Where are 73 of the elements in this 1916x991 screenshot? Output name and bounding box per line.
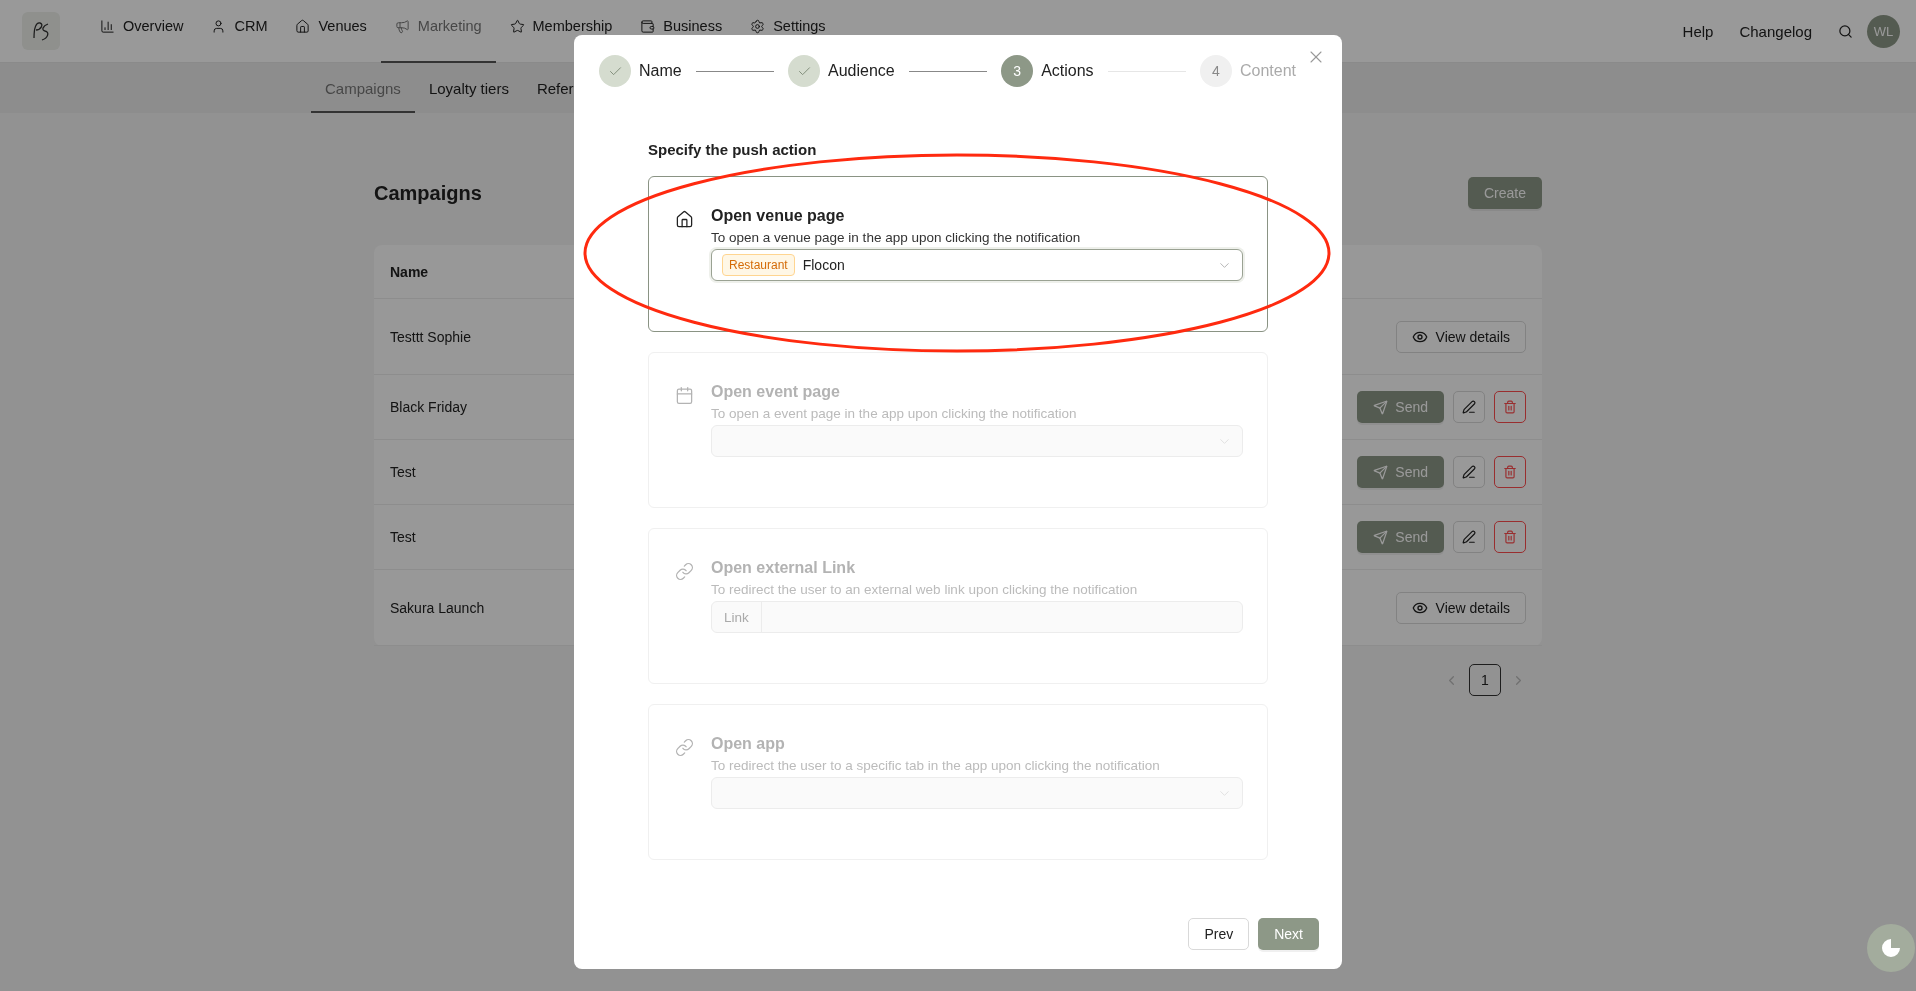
megaphone-icon <box>394 18 410 34</box>
link-icon <box>675 562 694 581</box>
user-icon <box>211 18 227 34</box>
edit-button[interactable] <box>1453 391 1485 423</box>
table-cell: Black Friday <box>390 399 468 415</box>
table-cell: Sakura Launch <box>390 599 485 616</box>
table-cell: Testtt Sophie <box>390 328 471 345</box>
delete-button[interactable] <box>1494 456 1526 488</box>
option-description: To open a venue page in the app upon clicking the notification <box>711 230 1082 245</box>
edit-button[interactable] <box>1453 456 1485 488</box>
step-label: Name <box>639 62 682 80</box>
subnav-tab[interactable]: Loyalty tiers <box>414 63 523 113</box>
option-title: Open external Link <box>711 559 857 577</box>
option-description: To open a event page in the app upon clicking the notification <box>711 406 1078 421</box>
wallet-icon <box>640 18 656 34</box>
table-cell: Test <box>390 529 416 545</box>
option-title: Open venue page <box>711 207 846 225</box>
option-title: Open event page <box>711 383 841 401</box>
trash-icon <box>1503 530 1517 544</box>
next-button[interactable]: Next <box>1258 918 1319 950</box>
delete-button[interactable] <box>1494 521 1526 553</box>
settings-icon <box>750 18 766 34</box>
bar-chart-icon <box>100 18 115 34</box>
house-icon <box>675 210 694 229</box>
calendar-icon <box>675 386 694 405</box>
option-description: To redirect the user to an external web link upon clicking the notification <box>711 582 1139 597</box>
edit-button[interactable] <box>1453 521 1485 553</box>
nav-item[interactable]: Membership <box>495 0 627 63</box>
header-link[interactable]: Help <box>1682 22 1714 40</box>
send-icon <box>1373 399 1389 415</box>
link-addon: Link <box>712 602 762 632</box>
option-title: Open app <box>711 735 786 753</box>
delete-button[interactable] <box>1494 391 1526 423</box>
house-icon <box>295 18 311 34</box>
send-icon <box>1373 529 1389 545</box>
table-cell: Test <box>390 464 416 480</box>
chat-icon <box>1882 939 1900 957</box>
pencil-icon <box>1462 400 1476 414</box>
chat-button[interactable] <box>1867 924 1915 972</box>
action-option-card[interactable]: Open venue page To open a venue page in the app upon clicking the notification Restaurant Flocon <box>648 176 1268 332</box>
select-value: Flocon <box>802 257 846 273</box>
prev-button[interactable]: Prev <box>1188 918 1250 950</box>
search-icon[interactable] <box>1838 23 1853 39</box>
view-details-button[interactable]: View details <box>1395 591 1526 624</box>
view-details-button[interactable]: View details <box>1395 320 1526 353</box>
page-title: Campaigns <box>374 181 482 205</box>
link-icon <box>675 738 694 757</box>
step-indicator: 4 <box>1199 55 1232 87</box>
page-number[interactable]: 1 <box>1469 664 1501 696</box>
send-icon <box>1373 464 1389 480</box>
select-field[interactable]: Restaurant Flocon <box>711 249 1243 281</box>
header-link[interactable]: Changelog <box>1739 22 1812 40</box>
select-field[interactable] <box>711 425 1243 457</box>
step-label: Actions <box>1041 62 1094 80</box>
step-label: Content <box>1239 62 1296 80</box>
star-icon <box>509 18 525 34</box>
nav-item[interactable]: Settings <box>736 0 840 63</box>
trash-icon <box>1503 400 1517 414</box>
select-field[interactable] <box>711 777 1243 809</box>
logo[interactable] <box>22 12 60 50</box>
step-indicator: 3 <box>1001 55 1034 87</box>
step-label: Audience <box>828 62 895 80</box>
nav-item[interactable]: Overview <box>86 0 198 63</box>
pencil-icon <box>1462 465 1476 479</box>
nav-item[interactable]: Business <box>626 0 737 63</box>
pencil-icon <box>1462 530 1476 544</box>
section-heading: Specify the push action <box>648 141 818 158</box>
trash-icon <box>1503 465 1517 479</box>
option-description: To redirect the user to a specific tab in the app upon clicking the notification <box>711 758 1161 773</box>
nav-item[interactable]: CRM <box>197 0 282 63</box>
venue-type-tag: Restaurant <box>722 254 795 276</box>
column-header: Name <box>390 263 429 280</box>
nav-item[interactable]: Venues <box>281 0 381 63</box>
